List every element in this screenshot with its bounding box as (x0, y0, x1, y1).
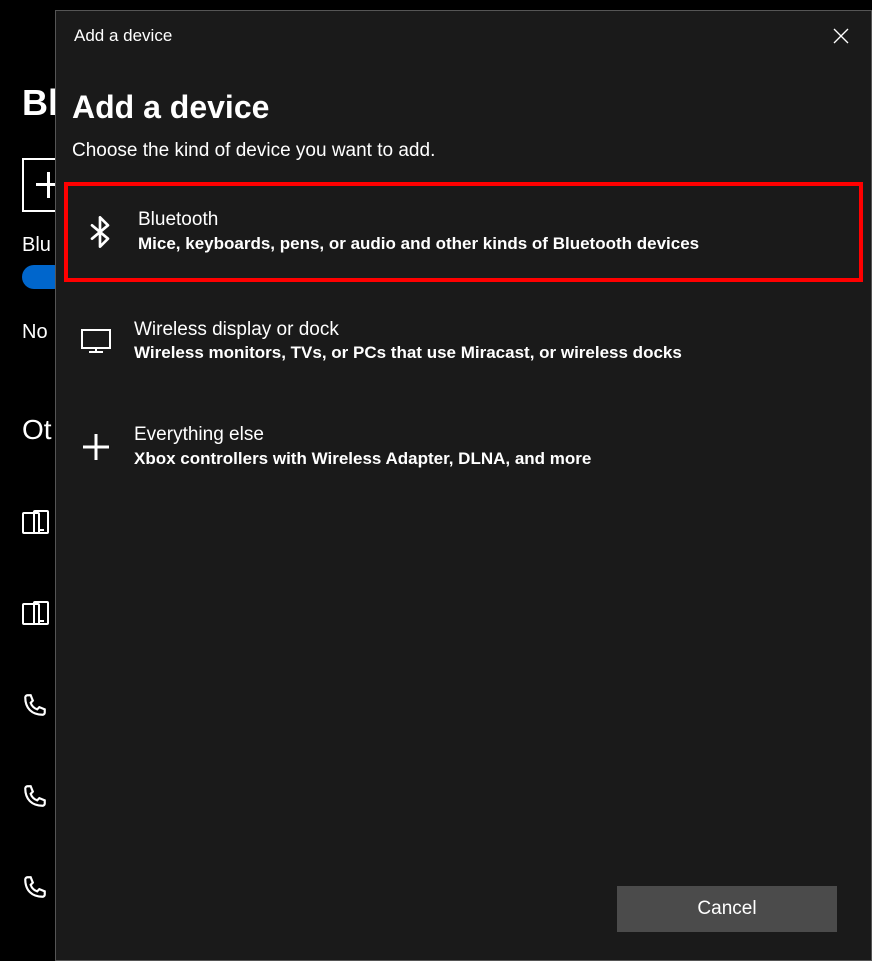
option-wireless-display[interactable]: Wireless display or dock Wireless monito… (72, 296, 855, 388)
cancel-button[interactable]: Cancel (617, 886, 837, 932)
close-button[interactable] (829, 24, 853, 48)
cancel-label: Cancel (697, 898, 756, 920)
option-description: Wireless monitors, TVs, or PCs that use … (134, 342, 839, 365)
dialog-header-title: Add a device (74, 26, 172, 46)
dialog-footer: Cancel (617, 886, 837, 932)
plus-icon (80, 433, 112, 461)
add-device-dialog: Add a device Add a device Choose the kin… (55, 10, 872, 961)
option-title: Everything else (134, 423, 839, 448)
option-title: Wireless display or dock (134, 318, 839, 343)
dialog-body: Add a device Choose the kind of device y… (56, 59, 871, 960)
option-everything-else[interactable]: Everything else Xbox controllers with Wi… (72, 401, 855, 493)
option-title: Bluetooth (138, 208, 835, 233)
dialog-title: Add a device (72, 89, 855, 126)
dialog-header: Add a device (56, 11, 871, 59)
dialog-subtitle: Choose the kind of device you want to ad… (72, 140, 855, 162)
option-bluetooth[interactable]: Bluetooth Mice, keyboards, pens, or audi… (64, 182, 863, 282)
option-description: Mice, keyboards, pens, or audio and othe… (138, 233, 835, 256)
monitor-icon (80, 329, 112, 353)
close-icon (833, 28, 849, 44)
option-description: Xbox controllers with Wireless Adapter, … (134, 448, 839, 471)
bluetooth-icon (84, 216, 116, 248)
